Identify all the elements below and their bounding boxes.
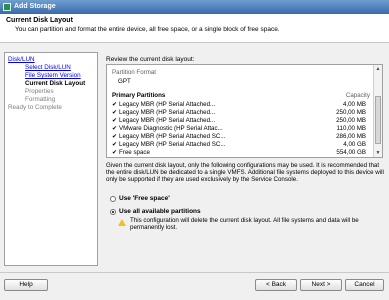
footer-divider (0, 272, 389, 273)
partition-capacity: 554,00 GB (336, 149, 366, 156)
partition-capacity: 4,00 GB (343, 141, 366, 148)
partition-capacity: 4,00 MB (342, 101, 366, 108)
check-icon: ✔ (112, 125, 118, 132)
review-label: Review the current disk layout: (106, 56, 195, 63)
wizard-steps: Disk/LUN Select Disk/LUN File System Ver… (4, 52, 98, 266)
free-space-option-label[interactable]: Use 'Free space' (119, 195, 170, 202)
scroll-down-icon[interactable]: ▼ (375, 150, 381, 156)
step-select-disk-lun[interactable]: Select Disk/LUN (25, 64, 71, 71)
title-bar: Add Storage (0, 0, 389, 14)
check-icon: ✔ (112, 141, 118, 148)
free-space-radio[interactable] (110, 196, 116, 202)
disk-layout-list[interactable]: Partition Format GPT Primary Partitions … (106, 64, 383, 158)
scroll-up-icon[interactable]: ▲ (375, 66, 381, 72)
partition-name: Legacy MBR (HP Serial Attached... (119, 101, 216, 108)
check-icon: ✔ (112, 101, 118, 108)
partition-capacity: 250,00 MB (336, 109, 366, 116)
wizard-header: Current Disk Layout You can partition an… (0, 14, 389, 43)
capacity-header: Capacity (345, 92, 370, 99)
partition-format-label: Partition Format (112, 69, 157, 76)
all-partitions-option-label[interactable]: Use all available partitions (119, 208, 201, 215)
layout-description: Given the current disk layout, only the … (106, 162, 384, 184)
partition-capacity: 250,00 MB (336, 117, 366, 124)
partition-row: ✔ Legacy MBR (HP Serial Attached SC... 4… (107, 141, 369, 149)
partition-name: Legacy MBR (HP Serial Attached SC... (119, 141, 226, 148)
step-disk-lun[interactable]: Disk/LUN (8, 56, 35, 63)
window-title: Add Storage (14, 3, 56, 10)
partition-name: Legacy MBR (HP Serial Attached SC... (119, 133, 226, 140)
storage-icon (3, 3, 11, 11)
partition-row: ✔ VMware Diagnostic (HP Serial Attac... … (107, 125, 369, 133)
primary-partitions-header: Primary Partitions (112, 92, 166, 99)
partition-name: Legacy MBR (HP Serial Attached... (119, 117, 216, 124)
help-button[interactable]: Help (4, 279, 48, 291)
partition-row: ✔ Legacy MBR (HP Serial Attached... 250,… (107, 117, 369, 125)
check-icon: ✔ (112, 109, 118, 116)
back-button[interactable]: < Back (255, 279, 297, 291)
partition-name: Legacy MBR (HP Serial Attached... (119, 109, 216, 116)
partition-name: Free space (119, 149, 150, 156)
scroll-thumb[interactable] (375, 96, 381, 144)
step-properties: Properties (25, 88, 54, 95)
partition-row: ✔ Legacy MBR (HP Serial Attached... 250,… (107, 109, 369, 117)
warning-message: This configuration will delete the curre… (130, 217, 359, 232)
partition-format-value: GPT (118, 78, 131, 85)
check-icon: ✔ (112, 117, 118, 124)
page-title: Current Disk Layout (6, 17, 73, 24)
partition-row: ✔ Free space 554,00 GB (107, 149, 369, 157)
cancel-button[interactable]: Cancel (345, 279, 384, 291)
partition-row: ✔ Legacy MBR (HP Serial Attached... 4,00… (107, 101, 369, 109)
partition-capacity: 286,00 MB (336, 133, 366, 140)
partition-name: VMware Diagnostic (HP Serial Attac... (119, 125, 223, 132)
next-button[interactable]: Next > (300, 279, 342, 291)
add-storage-window: Add Storage Current Disk Layout You can … (0, 0, 389, 300)
partition-row: ✔ Legacy MBR (HP Serial Attached SC... 2… (107, 133, 369, 141)
step-current-disk-layout: Current Disk Layout (25, 80, 86, 87)
step-ready-to-complete: Ready to Complete (8, 104, 62, 111)
check-icon: ✔ (112, 149, 118, 156)
page-subtitle: You can partition and format the entire … (15, 26, 280, 33)
check-icon: ✔ (112, 133, 118, 140)
warning-icon (118, 219, 126, 226)
partition-capacity: 110,00 MB (336, 125, 366, 132)
step-file-system-version[interactable]: File System Version (25, 72, 81, 79)
vertical-scrollbar[interactable]: ▲ ▼ (373, 65, 382, 157)
all-partitions-radio[interactable] (110, 209, 116, 215)
step-formatting: Formatting (25, 96, 56, 103)
